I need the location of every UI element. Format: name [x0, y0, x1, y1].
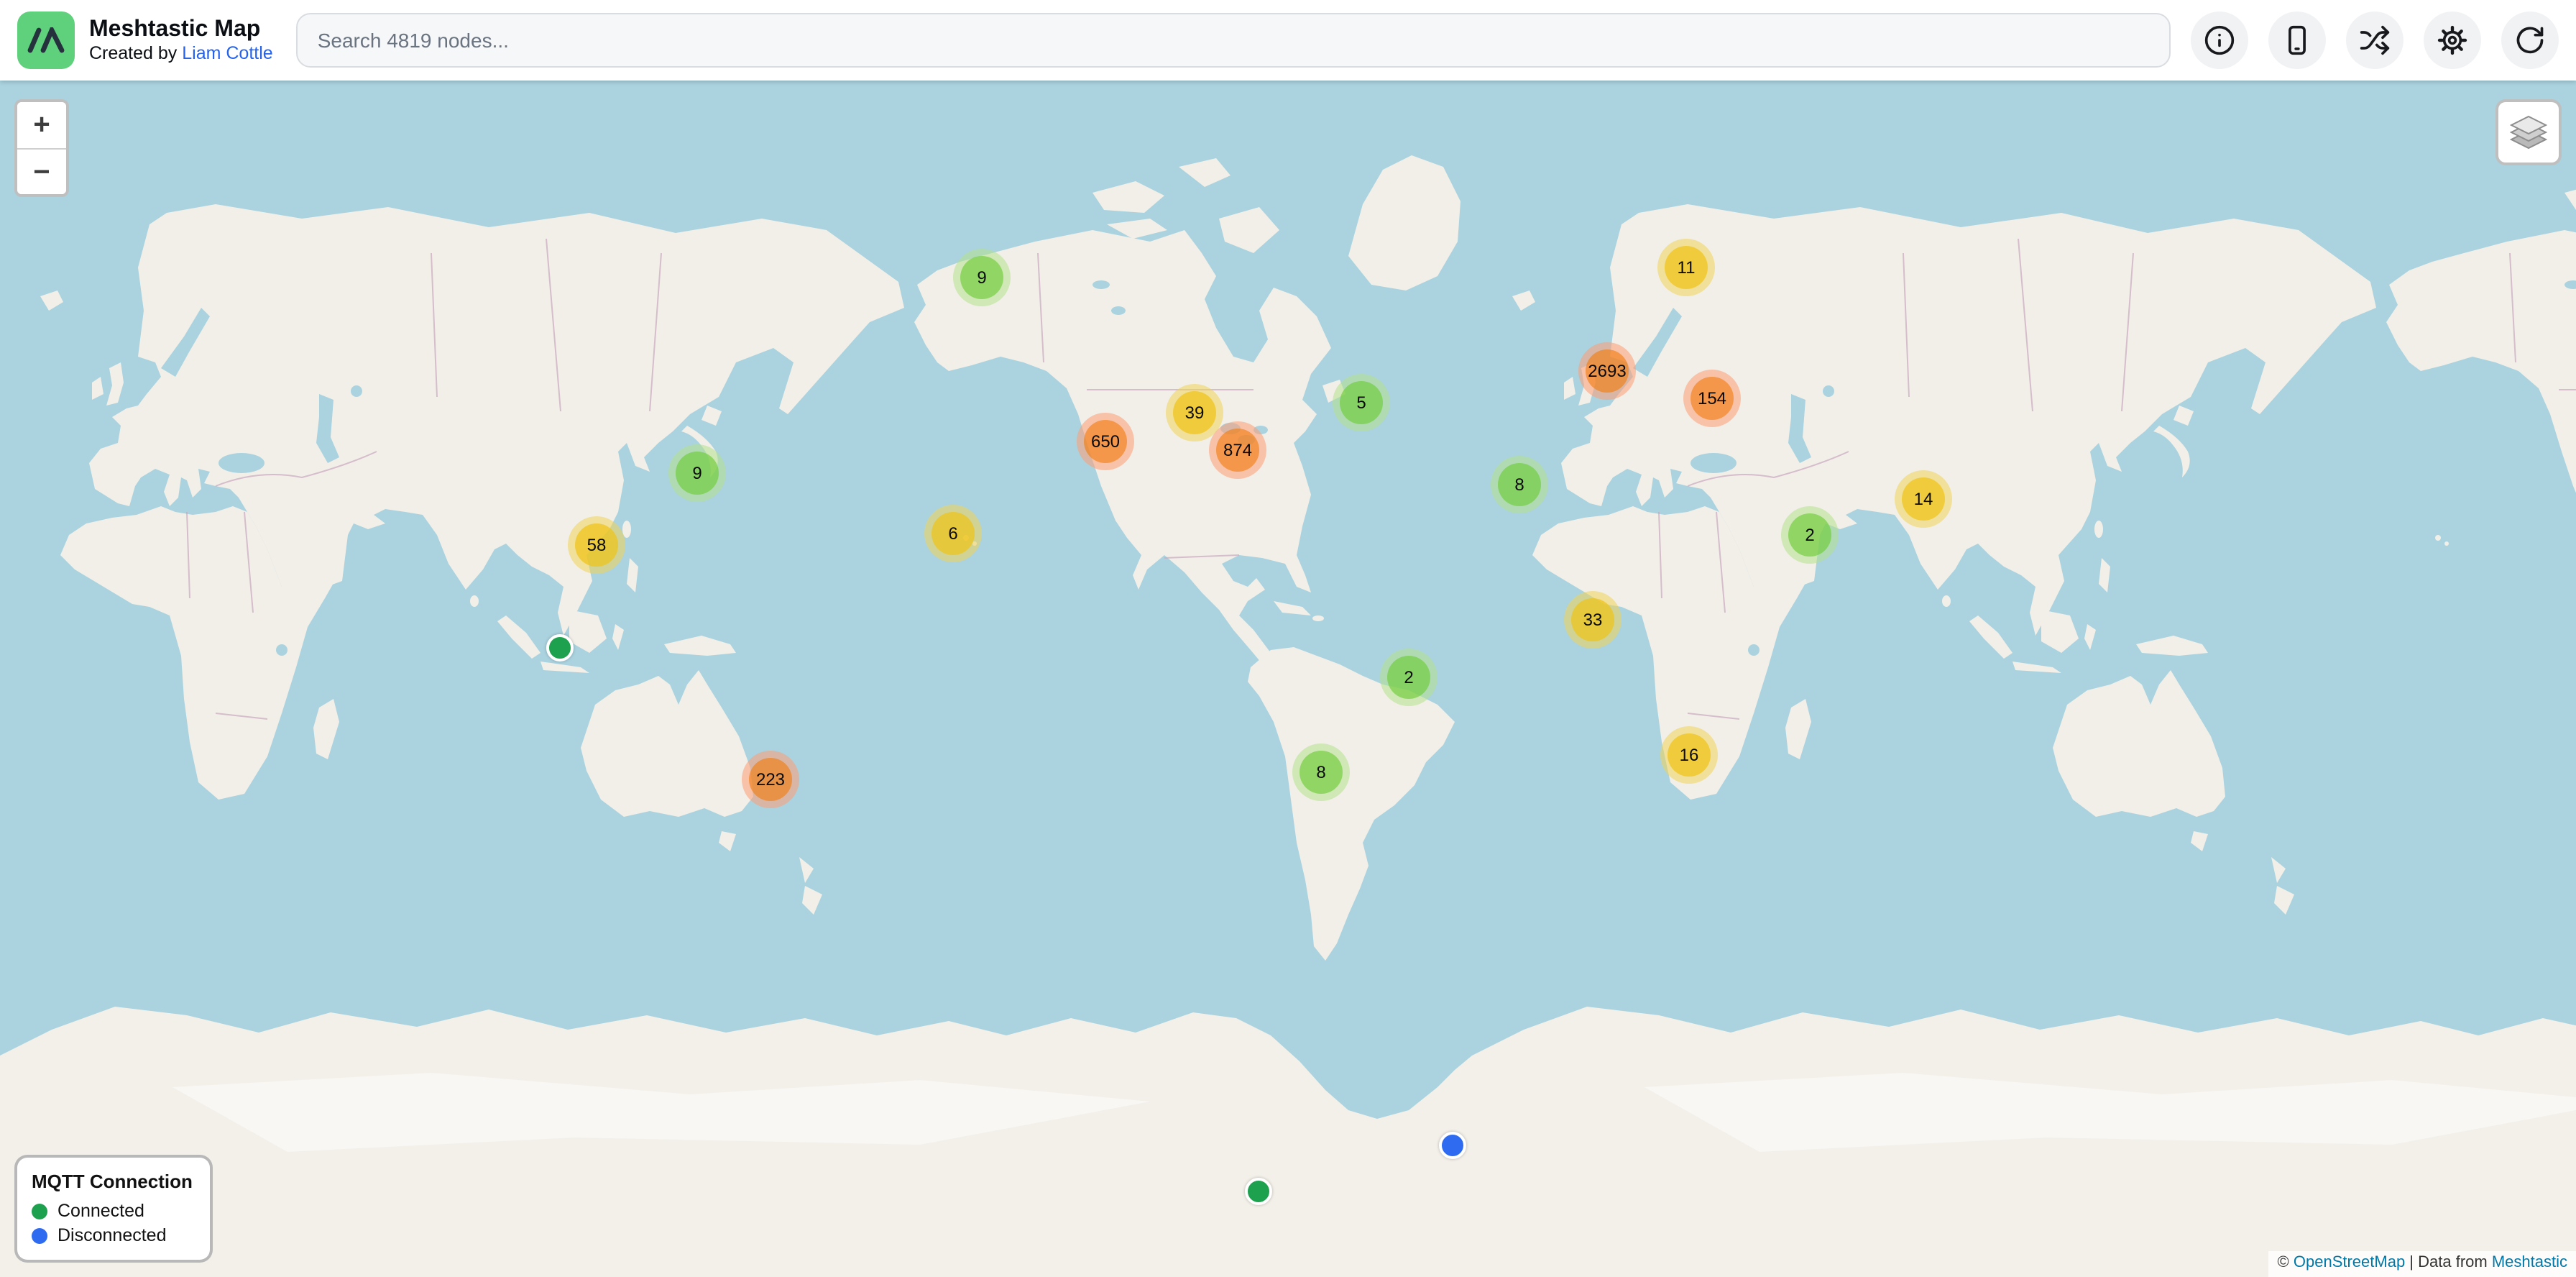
- settings-button[interactable]: [2424, 12, 2481, 69]
- cluster-count: 39: [1173, 391, 1216, 434]
- shuffle-icon: [2359, 24, 2391, 56]
- zoom-out-button[interactable]: −: [17, 148, 66, 194]
- openstreetmap-link[interactable]: OpenStreetMap: [2294, 1254, 2405, 1271]
- smartphone-icon: [2281, 24, 2313, 56]
- cluster-count: 154: [1690, 377, 1734, 420]
- cluster-count: 9: [676, 452, 719, 495]
- cluster-count: 14: [1902, 477, 1945, 521]
- random-node-button[interactable]: [2346, 12, 2404, 69]
- title-block: Meshtastic Map Created by Liam Cottle: [89, 17, 273, 64]
- map-zoom-control: + −: [14, 99, 69, 197]
- mqtt-legend-title: MQTT Connection: [32, 1171, 193, 1192]
- cluster-marker[interactable]: 2: [1380, 649, 1438, 706]
- refresh-button[interactable]: [2501, 12, 2559, 69]
- author-link[interactable]: Liam Cottle: [182, 43, 272, 63]
- meshtastic-link[interactable]: Meshtastic: [2492, 1254, 2567, 1271]
- app-window: + − 911269315439650874589214586332168223…: [0, 0, 2576, 1277]
- cluster-marker[interactable]: 650: [1077, 413, 1134, 470]
- node-marker-disconnected[interactable]: [1439, 1132, 1466, 1159]
- node-marker-connected[interactable]: [1245, 1178, 1272, 1205]
- cluster-marker[interactable]: 6: [924, 505, 982, 562]
- world-map-tiles: [0, 81, 2576, 1277]
- cluster-count: 9: [960, 256, 1003, 299]
- copyright-text: ©: [2278, 1254, 2294, 1271]
- meshtastic-logo-icon: [17, 12, 75, 69]
- info-icon: [2204, 24, 2235, 56]
- cluster-count: 16: [1668, 733, 1711, 777]
- page-title: Meshtastic Map: [89, 17, 273, 43]
- cluster-marker[interactable]: 874: [1209, 421, 1266, 479]
- page-subtitle: Created by Liam Cottle: [89, 43, 273, 64]
- cluster-count: 5: [1340, 381, 1383, 424]
- search-input[interactable]: [296, 13, 2171, 68]
- cluster-count: 223: [749, 758, 792, 801]
- connected-dot-icon: [32, 1203, 47, 1219]
- cluster-marker[interactable]: 8: [1491, 456, 1548, 513]
- legend-item-connected: Connected: [32, 1201, 193, 1221]
- node-marker-connected[interactable]: [546, 634, 574, 662]
- cluster-count: 6: [932, 512, 975, 555]
- cluster-marker[interactable]: 2: [1781, 506, 1839, 564]
- cluster-marker[interactable]: 11: [1657, 239, 1715, 296]
- mqtt-legend: MQTT Connection Connected Disconnected: [14, 1155, 213, 1263]
- cluster-marker[interactable]: 223: [742, 751, 799, 808]
- subtitle-prefix: Created by: [89, 43, 182, 63]
- cluster-count: 58: [575, 523, 618, 567]
- map-attribution: © OpenStreetMap | Data from Meshtastic: [2269, 1251, 2576, 1277]
- zoom-in-button[interactable]: +: [17, 102, 66, 148]
- app-header: Meshtastic Map Created by Liam Cottle: [0, 0, 2576, 81]
- cluster-marker[interactable]: 9: [953, 249, 1011, 306]
- cluster-marker[interactable]: 16: [1660, 726, 1718, 784]
- cluster-count: 650: [1084, 420, 1127, 463]
- cluster-marker[interactable]: 58: [568, 516, 625, 574]
- cluster-marker[interactable]: 33: [1564, 591, 1622, 649]
- cluster-count: 8: [1300, 751, 1343, 794]
- cluster-count: 33: [1571, 598, 1614, 641]
- legend-item-disconnected: Disconnected: [32, 1225, 193, 1245]
- refresh-icon: [2514, 24, 2546, 56]
- map-canvas[interactable]: + − 911269315439650874589214586332168223…: [0, 81, 2576, 1277]
- layers-control-button[interactable]: [2496, 99, 2562, 165]
- mobile-app-button[interactable]: [2268, 12, 2326, 69]
- cluster-count: 8: [1498, 463, 1541, 506]
- legend-item-label: Connected: [58, 1201, 144, 1221]
- disconnected-dot-icon: [32, 1227, 47, 1243]
- cluster-count: 2: [1387, 656, 1430, 699]
- layers-icon: [2508, 114, 2549, 151]
- cluster-count: 874: [1216, 429, 1259, 472]
- cluster-count: 2693: [1586, 349, 1629, 393]
- info-button[interactable]: [2191, 12, 2248, 69]
- cluster-marker[interactable]: 5: [1333, 374, 1390, 431]
- cluster-marker[interactable]: 154: [1683, 370, 1741, 427]
- cluster-count: 11: [1665, 246, 1708, 289]
- legend-item-label: Disconnected: [58, 1225, 167, 1245]
- cluster-marker[interactable]: 2693: [1578, 342, 1636, 400]
- cluster-marker[interactable]: 8: [1292, 743, 1350, 801]
- cluster-marker[interactable]: 14: [1895, 470, 1952, 528]
- cluster-count: 2: [1788, 513, 1831, 557]
- cluster-marker[interactable]: 9: [668, 444, 726, 502]
- attribution-separator: | Data from: [2405, 1254, 2492, 1271]
- settings-gear-icon: [2437, 24, 2468, 56]
